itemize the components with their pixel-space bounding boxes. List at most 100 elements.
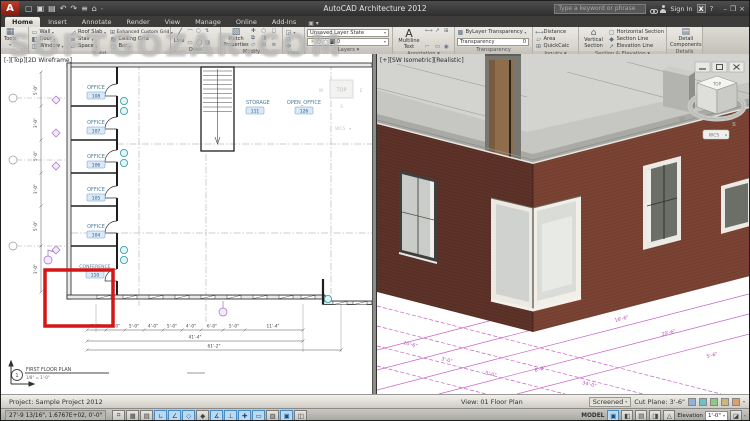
ceiling-grid-button[interactable]: ▦ Ceiling Grid (110, 36, 168, 43)
detail-components-button[interactable]: ▤ Detail Components (669, 28, 703, 48)
enhanced-custom-grid-button[interactable]: ⊞ Enhanced Custom Grid ▾ (110, 29, 173, 36)
aec-project-icon[interactable] (720, 397, 729, 406)
rectangle-icon[interactable]: ▭ (187, 40, 194, 46)
section-line-button[interactable]: ◆ Section Line (608, 36, 664, 43)
sign-in-link[interactable]: Sign In (670, 5, 692, 13)
camera-icon[interactable]: ◎ (285, 36, 292, 43)
transparency-toggle[interactable]: ▨ (266, 410, 280, 420)
layer-lock-icon[interactable]: ◠ (323, 39, 328, 45)
tab-view[interactable]: View (158, 17, 187, 27)
layer-state-dropdown[interactable]: Unsaved Layer State ▾ (307, 28, 389, 37)
3dosnap-toggle[interactable]: ◆ (196, 410, 210, 420)
close-button[interactable]: × (739, 5, 745, 13)
tab-render[interactable]: Render (120, 17, 157, 27)
lwt-toggle[interactable]: ▭ (252, 410, 266, 420)
quickproperties-toggle[interactable]: ▣ (280, 410, 294, 420)
navigate-icon[interactable]: ✥ (285, 43, 292, 50)
model-space-label[interactable]: MODEL (581, 413, 604, 419)
ellipse-icon[interactable]: ◯ (196, 40, 203, 46)
osnap-toggle[interactable]: ◇ (182, 410, 196, 420)
elevation-value-field[interactable]: 1'-0" ▾ (704, 410, 728, 420)
tab-insert[interactable]: Insert (41, 17, 74, 27)
arc-icon[interactable]: ⌒ (187, 28, 194, 36)
view-tool-icon[interactable]: ◲ (285, 29, 292, 36)
snap-toggle[interactable]: ▦ (126, 410, 140, 420)
coordinates-readout[interactable]: 27'-9 13/16", 1.6767E+02, 0'-0" (5, 410, 107, 420)
ribbon-state-icon[interactable]: ▣ ▾ (308, 20, 319, 27)
bar-button[interactable]: ▢ Bar ▾ (110, 43, 168, 50)
display-configuration-dropdown[interactable]: Screened ▾ (588, 396, 632, 407)
autocad-logo-icon[interactable]: A (1, 1, 19, 16)
trace-icon[interactable] (731, 397, 740, 406)
minimize-button[interactable]: – (723, 5, 727, 13)
ducs-toggle[interactable]: ⊥ (224, 410, 238, 420)
window-button[interactable]: ◫ Window ▾ (31, 43, 68, 50)
undo-icon[interactable]: ↶ (60, 4, 67, 13)
roof-slab-button[interactable]: ◿ Roof Slab ▾ (70, 29, 108, 36)
statusbar-menu-icon[interactable]: ▾ (744, 413, 746, 418)
layer-dropdown[interactable]: ☀ ○ ◠ 0 ▾ (307, 37, 389, 46)
search-input[interactable]: Type a keyword or phrase (554, 3, 647, 14)
isolate-objects-icon[interactable] (709, 397, 718, 406)
multiline-text-button[interactable]: A Multiline Text (395, 28, 423, 50)
drawing-restore-button[interactable] (711, 61, 728, 73)
layer-key-overrides-icon[interactable] (698, 397, 707, 406)
drawing-close-button[interactable] (728, 61, 745, 73)
tab-home[interactable]: Home (5, 17, 41, 27)
layer-freeze-icon[interactable]: ○ (317, 39, 322, 45)
workspace-icon[interactable]: ⌂ (92, 4, 97, 13)
restore-button[interactable]: ❒ (730, 5, 736, 13)
viewcube-left[interactable]: TOP W E S WCS ▾ (319, 79, 363, 132)
otrack-toggle[interactable]: ∡ (210, 410, 224, 420)
surface-hatch-toggle-icon[interactable] (687, 397, 696, 406)
leader-icon[interactable]: ↗ (435, 28, 442, 34)
table-icon[interactable]: ⊞ (444, 28, 451, 34)
viewport-2d-plan[interactable]: OFFICE OFFICE OFFICE OFFICE OFFICE CONFE… (1, 54, 373, 394)
erase-icon[interactable]: ▱ (251, 42, 259, 48)
tab-annotate[interactable]: Annotate (75, 17, 119, 27)
layer-on-icon[interactable]: ☀ (310, 39, 315, 45)
annotation-scale-icon[interactable]: △ (663, 410, 676, 420)
circle-icon[interactable]: ○ (196, 28, 203, 36)
pline-icon[interactable]: ↯ (205, 28, 212, 36)
quickview-drawings-icon[interactable]: ▤ (635, 410, 648, 420)
elevation-line-button[interactable]: ➚ Elevation Line (608, 43, 664, 50)
line-button[interactable]: ╱ Line (173, 28, 185, 46)
ortho-toggle[interactable]: ∟ (154, 410, 168, 420)
space-button[interactable]: ▱ Space ▾ (70, 43, 108, 50)
qat-dropdown-icon[interactable]: ▾ (101, 6, 103, 11)
tab-manage[interactable]: Manage (188, 17, 228, 27)
selectioncycling-toggle[interactable]: ◫ (294, 410, 308, 420)
open-icon[interactable]: ▣ (37, 4, 45, 13)
mark-icon[interactable]: ◉ (444, 44, 451, 50)
text-style-icon[interactable]: ▭ (435, 44, 442, 50)
match-properties-button[interactable]: ▧ Match Properties (223, 28, 249, 48)
door-button[interactable]: ◧ Door ▾ (31, 36, 68, 43)
dyn-toggle[interactable]: ✚ (238, 410, 252, 420)
fillet-icon[interactable]: ◞ (272, 35, 280, 42)
viewport-3d-iso[interactable]: 10'-6" 3'-0" 5'-0" 8'-0" 16'-6" 20'-6" 5… (376, 54, 749, 394)
grid-toggle[interactable]: ▤ (140, 410, 154, 420)
model-tab-icon[interactable]: ▣ (607, 410, 620, 420)
tab-online[interactable]: Online (229, 17, 264, 27)
move-icon[interactable]: ✚ (251, 28, 259, 34)
layers-panel-label[interactable]: Layers ▾ (305, 47, 392, 54)
copy-icon[interactable]: ⧉ (251, 35, 259, 42)
stair-button[interactable]: ≡ Stair ▾ (70, 36, 108, 43)
polar-toggle[interactable]: ∠ (168, 410, 182, 420)
trim-icon[interactable]: ◻ (272, 28, 280, 34)
redo-icon[interactable]: ↷ (70, 4, 77, 13)
exchange-apps-icon[interactable]: X (696, 4, 706, 13)
array-icon[interactable]: ⊞ (261, 42, 269, 48)
cut-plane-value[interactable]: Cut Plane: 3'-6" (634, 398, 685, 406)
cleanscreen-icon[interactable]: ◪ (729, 410, 742, 420)
viewport-controls-right[interactable]: [+][SW Isometric][Realistic] (380, 57, 464, 64)
quickcalc-button[interactable]: ⊞ QuickCalc (535, 43, 569, 50)
vertical-section-button[interactable]: ⌂ Vertical Section (581, 28, 606, 50)
save-icon[interactable]: ▤ (48, 4, 56, 13)
offset-icon[interactable]: ≋ (272, 42, 280, 48)
bylayer-transparency-button[interactable]: ▩ ByLayer Transparency ▾ (457, 29, 529, 36)
layout-tab-icon[interactable]: ◧ (621, 410, 634, 420)
quickview-layouts-icon[interactable]: ◨ (649, 410, 662, 420)
dimension-icon[interactable]: ⟷ (425, 28, 433, 34)
